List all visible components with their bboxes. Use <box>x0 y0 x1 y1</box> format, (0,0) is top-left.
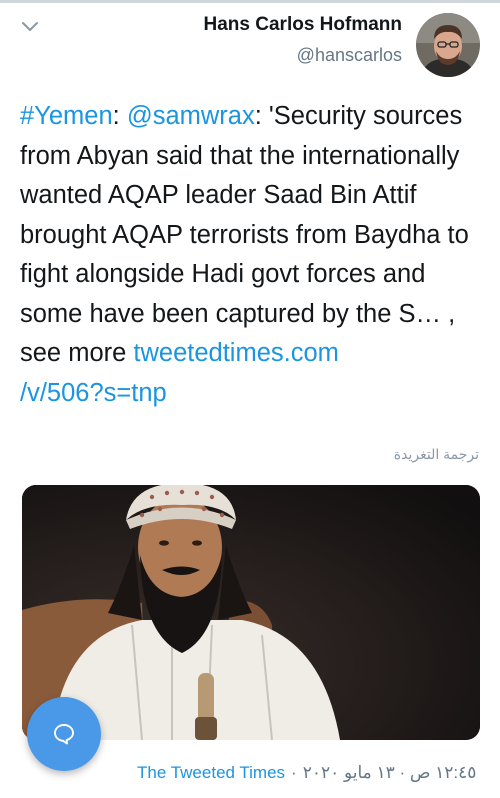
avatar[interactable] <box>416 13 480 77</box>
mention-link[interactable]: @samwrax <box>127 102 255 130</box>
hashtag-link[interactable]: #Yemen <box>20 102 113 130</box>
top-divider <box>0 0 500 3</box>
tweet-footer: The Tweeted Times · ١٢:٤٥ ص · ١٣ مايو ٢٠٢٠ <box>137 763 487 783</box>
tweet-timestamp[interactable]: ١٢:٤٥ ص · ١٣ مايو ٢٠٢٠ <box>303 763 477 782</box>
compose-reply-button[interactable] <box>27 697 101 771</box>
external-link-path[interactable]: /v/506?s=tnp <box>20 379 167 407</box>
source-app-link[interactable]: The Tweeted Times <box>137 763 285 782</box>
reply-bubble-icon <box>54 724 74 745</box>
tweet-text: #Yemen: @samwrax: 'Security sources from… <box>20 97 486 413</box>
tweet-colon: : <box>112 102 127 130</box>
external-link-host[interactable]: tweetedtimes.com <box>133 339 339 367</box>
tweet-body: : 'Security sources from Abyan said that… <box>20 102 469 367</box>
tweet-media-image[interactable] <box>22 485 480 740</box>
author-handle[interactable]: @hanscarlos <box>297 45 402 66</box>
translate-tweet-link[interactable]: ترجمة التغريدة <box>394 446 479 463</box>
author-name[interactable]: Hans Carlos Hofmann <box>204 14 402 36</box>
chevron-down-icon[interactable] <box>20 20 40 34</box>
footer-separator: · <box>291 763 297 782</box>
